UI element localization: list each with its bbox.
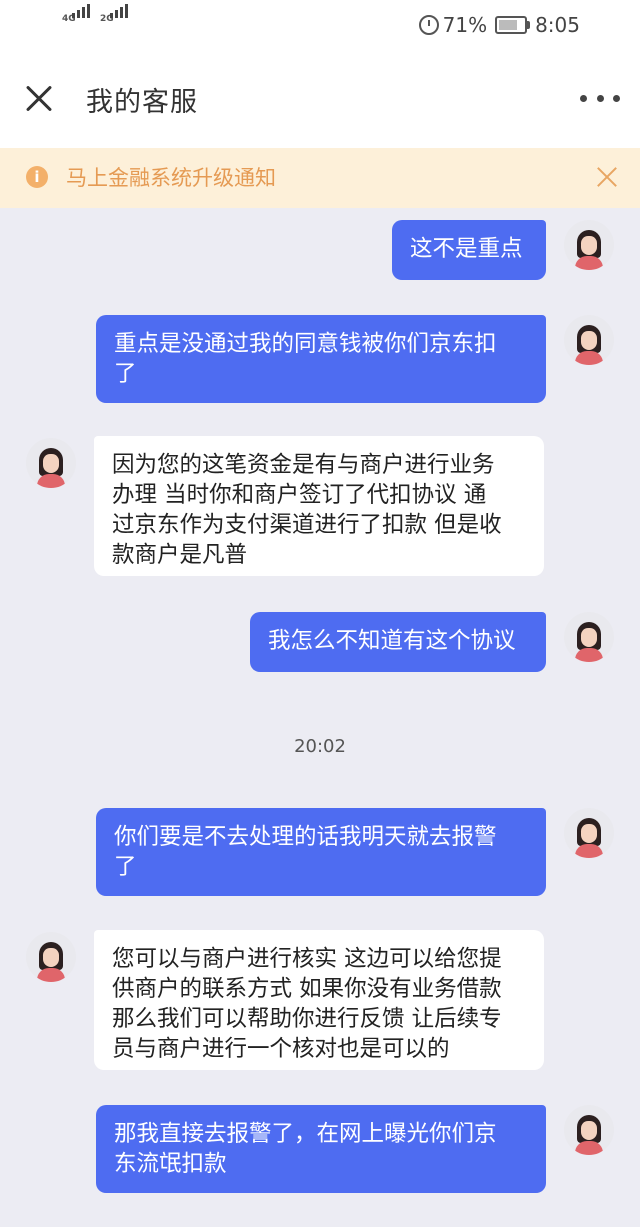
- more-options-icon[interactable]: [580, 90, 620, 106]
- chat-timestamp: 20:02: [294, 736, 346, 757]
- notice-close-icon[interactable]: [596, 166, 618, 188]
- user-message-bubble[interactable]: 你们要是不去处理的话我明天就去报警 了: [96, 808, 546, 896]
- agent-avatar[interactable]: [26, 932, 76, 982]
- user-avatar[interactable]: [564, 1105, 614, 1155]
- status-bar: 4G 2G 71% 8:05: [0, 0, 640, 50]
- page-title: 我的客服: [86, 87, 198, 118]
- user-avatar[interactable]: [564, 315, 614, 365]
- user-avatar[interactable]: [564, 220, 614, 270]
- agent-message-bubble[interactable]: 您可以与商户进行核实 这边可以给您提 供商户的联系方式 如果你没有业务借款 那么…: [94, 930, 544, 1070]
- user-avatar[interactable]: [564, 612, 614, 662]
- alarm-clock-icon: [418, 15, 439, 35]
- battery-percent: 71%: [442, 13, 488, 37]
- user-avatar[interactable]: [564, 808, 614, 858]
- status-time: 8:05: [535, 13, 580, 37]
- user-message-bubble[interactable]: 这不是重点: [392, 220, 546, 280]
- notice-banner[interactable]: i 马上金融系统升级通知: [0, 148, 640, 208]
- agent-message-bubble[interactable]: 因为您的这笔资金是有与商户进行业务 办理 当时你和商户签订了代扣协议 通 过京东…: [94, 436, 544, 576]
- info-icon: i: [26, 166, 48, 188]
- chat-area[interactable]: 这不是重点 重点是没通过我的同意钱被你们京东扣 了 因为您的这笔资金是有与商户进…: [0, 208, 640, 1227]
- user-message-bubble[interactable]: 那我直接去报警了，在网上曝光你们京 东流氓扣款: [96, 1105, 546, 1193]
- nav-bar: 我的客服: [0, 50, 640, 148]
- user-message-bubble[interactable]: 我怎么不知道有这个协议: [250, 612, 546, 672]
- agent-avatar[interactable]: [26, 438, 76, 488]
- battery-icon: [495, 16, 531, 34]
- user-message-bubble[interactable]: 重点是没通过我的同意钱被你们京东扣 了: [96, 315, 546, 403]
- notice-text[interactable]: 马上金融系统升级通知: [66, 162, 276, 192]
- close-icon[interactable]: [18, 78, 60, 120]
